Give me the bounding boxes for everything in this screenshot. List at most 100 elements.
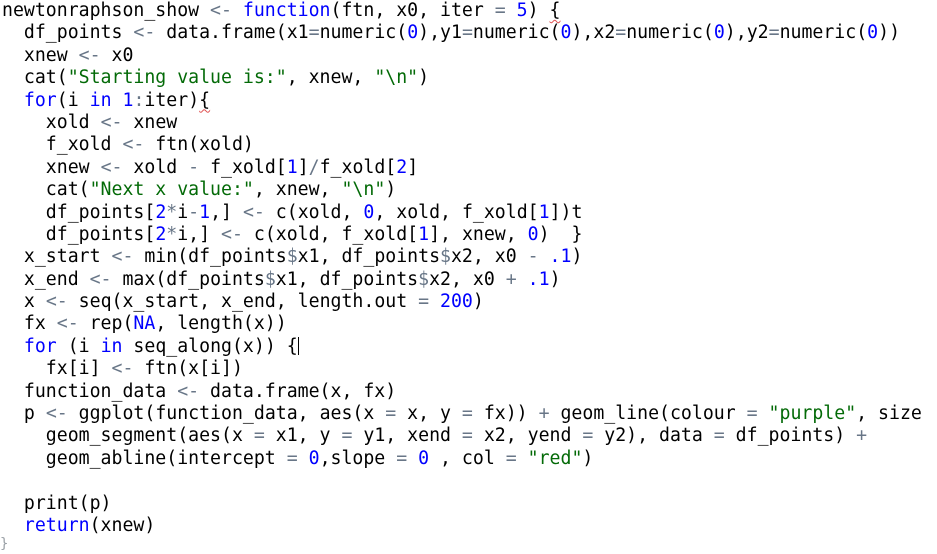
code-token: - xyxy=(527,246,539,268)
code-token: xnew xyxy=(122,111,178,133)
code-token: .1 xyxy=(527,268,550,290)
code-token: in xyxy=(89,89,112,111)
code-token: <- xyxy=(100,156,123,178)
code-line[interactable] xyxy=(2,470,933,492)
code-line[interactable]: df_points[2*i-1,] <- c(xold, 0, xold, f_… xyxy=(2,202,933,224)
code-line[interactable]: geom_segment(aes(x = x1, y = y1, xend = … xyxy=(2,425,933,447)
code-token: ftn(xold) xyxy=(144,134,254,156)
code-token: ) xyxy=(549,268,561,290)
code-token: return xyxy=(23,514,90,536)
code-token: "\n" xyxy=(341,179,386,201)
code-token: <- xyxy=(100,111,123,133)
code-token: numeric( xyxy=(626,22,714,44)
code-token: ) xyxy=(571,246,583,268)
code-token: $ xyxy=(418,268,430,290)
code-token: ) } xyxy=(538,223,583,245)
code-token: (i xyxy=(56,335,101,357)
code-line[interactable]: df_points <- data.frame(x1=numeric(0),y1… xyxy=(2,22,933,44)
code-token: data.frame(x1 xyxy=(155,22,309,44)
code-token: for xyxy=(23,89,57,111)
text-cursor xyxy=(297,336,299,355)
code-line[interactable]: geom_abline(intercept = 0,slope = 0 , co… xyxy=(2,448,933,470)
code-line[interactable]: xnew <- x0 xyxy=(2,45,933,67)
code-line[interactable]: fx[i] <- ftn(x[i]) xyxy=(2,358,933,380)
code-token: * xyxy=(166,201,178,223)
code-line[interactable]: f_xold <- ftn(xold) xyxy=(2,134,933,156)
code-line[interactable]: p <- ggplot(function_data, aes(x = x, y … xyxy=(2,403,933,425)
code-token: (i xyxy=(56,89,90,111)
code-token: "red" xyxy=(527,447,583,469)
code-token: 2 xyxy=(396,156,408,178)
code-token: geom_line(colour xyxy=(549,403,747,425)
code-line[interactable]: xold <- xnew xyxy=(2,112,933,134)
code-token: (xnew) xyxy=(89,514,156,536)
code-token: f_xold[ xyxy=(199,156,287,178)
code-token: , size xyxy=(856,403,933,425)
code-token: x, y xyxy=(396,403,462,425)
code-line[interactable]: cat("Starting value is:", xnew, "\n") xyxy=(2,67,933,89)
code-token: , xnew, xyxy=(253,179,342,201)
code-token: xnew xyxy=(2,156,101,178)
code-area[interactable]: newtonraphson_show <- function(ftn, x0, … xyxy=(2,0,933,537)
code-token: <- xyxy=(78,44,101,66)
code-token: print(p) xyxy=(2,492,112,514)
code-line[interactable]: for (i in seq_along(x)) { xyxy=(2,336,933,358)
code-token: * xyxy=(166,223,178,245)
code-token: in xyxy=(100,335,123,357)
code-token: 1 xyxy=(286,156,298,178)
code-editor[interactable]: newtonraphson_show <- function(ftn, x0, … xyxy=(0,0,937,554)
code-token: = xyxy=(253,425,265,447)
code-token: ) xyxy=(385,179,397,201)
code-token: 0 xyxy=(713,22,725,44)
code-token: function xyxy=(242,0,331,21)
code-token: df_points) xyxy=(724,425,857,447)
code-token: 5 xyxy=(516,0,528,21)
code-line[interactable]: return(xnew) xyxy=(2,515,933,537)
code-token: x0 xyxy=(100,44,134,66)
code-token: numeric( xyxy=(319,22,408,44)
code-token: + xyxy=(538,403,550,425)
code-token: ] xyxy=(297,156,309,178)
code-line[interactable]: x_start <- min(df_points$x1, df_points$x… xyxy=(2,246,933,268)
code-token: xold xyxy=(122,156,189,178)
code-token: <- xyxy=(133,22,156,44)
code-line[interactable]: fx <- rep(NA, length(x)) xyxy=(2,313,933,335)
code-token: <- xyxy=(242,201,265,223)
code-token: , col xyxy=(429,447,506,469)
code-line[interactable]: function_data <- data.frame(x, fx) xyxy=(2,381,933,403)
code-token: ,] xyxy=(210,201,243,223)
code-token: 0 xyxy=(867,22,879,44)
code-token: <- xyxy=(89,268,112,290)
code-token: ),y2 xyxy=(724,22,769,44)
code-token: = xyxy=(615,22,627,44)
code-token: = xyxy=(341,425,353,447)
code-token: i,] xyxy=(177,223,222,245)
code-token: 2 xyxy=(155,223,167,245)
code-token: numeric( xyxy=(472,22,561,44)
code-line[interactable]: cat("Next x value:", xnew, "\n") xyxy=(2,179,933,201)
code-line[interactable]: x_end <- max(df_points$x1, df_points$x2,… xyxy=(2,269,933,291)
code-token: c(xold, xyxy=(264,201,364,223)
code-token: 2 xyxy=(155,201,167,223)
code-token: seq_along(x)) { xyxy=(122,335,298,357)
code-token: "Starting value is:" xyxy=(67,67,287,89)
code-token: + xyxy=(856,425,868,447)
code-token: ),x2 xyxy=(571,22,616,44)
code-line[interactable]: for(i in 1:iter){ xyxy=(2,90,933,112)
code-token: )) xyxy=(878,22,901,44)
code-token: ftn(x[i]) xyxy=(133,358,243,380)
code-token: 0 xyxy=(527,223,539,245)
code-token: ])t xyxy=(549,201,583,223)
code-line[interactable]: xnew <- xold - f_xold[1]/f_xold[2] xyxy=(2,157,933,179)
code-line[interactable]: df_points[2*i,] <- c(xold, f_xold[1], xn… xyxy=(2,224,933,246)
code-token: = xyxy=(286,447,298,469)
code-line[interactable]: print(p) xyxy=(2,493,933,515)
code-line[interactable]: x <- seq(x_start, x_end, length.out = 20… xyxy=(2,291,933,313)
code-line[interactable]: newtonraphson_show <- function(ftn, x0, … xyxy=(2,0,933,22)
code-token: 0 xyxy=(308,447,320,469)
